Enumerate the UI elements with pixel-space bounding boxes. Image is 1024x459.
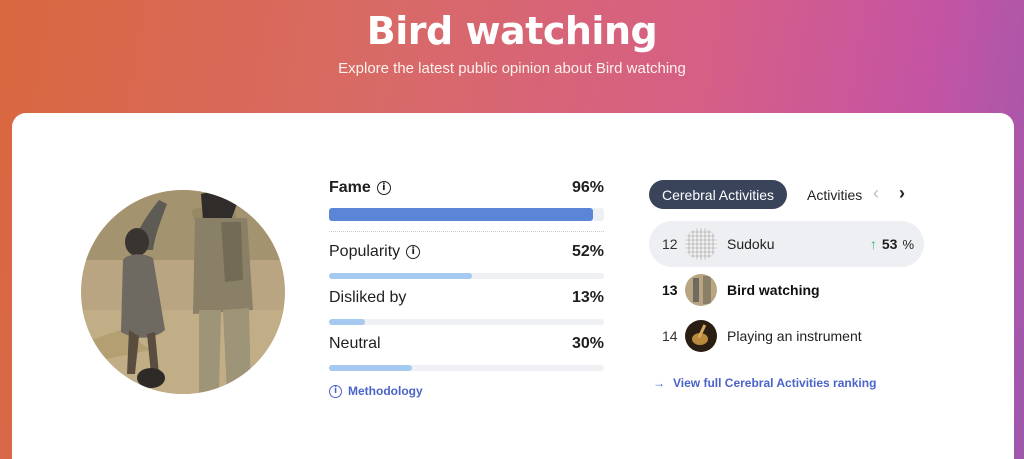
page-title: Bird watching — [366, 9, 658, 53]
arrow-up-icon: ↑ — [869, 236, 877, 252]
tab-cerebral-activities[interactable]: Cerebral Activities — [649, 180, 788, 209]
metric-value: 96% — [571, 179, 604, 196]
methodology-link[interactable]: i Methodology — [329, 384, 423, 398]
bird-watching-thumbnail — [685, 274, 717, 306]
page-subtitle: Explore the latest public opinion about … — [338, 60, 686, 77]
ranking-panel: Cerebral Activities Activities ‹ › 12 Su… — [649, 180, 929, 390]
ranking-list: 12 Sudoku ↑ 53 % 13 Bird watching 14 Pla… — [649, 221, 924, 359]
topic-photo — [81, 190, 285, 394]
metric-label: Disliked by — [329, 289, 407, 306]
item-name: Bird watching — [727, 282, 820, 298]
info-icon: i — [329, 384, 342, 398]
metric-label: Neutral — [329, 335, 381, 352]
arrow-right-icon: → — [653, 376, 665, 390]
divider — [329, 231, 604, 232]
rank-number: 13 — [662, 282, 678, 298]
list-item[interactable]: 14 Playing an instrument — [649, 313, 924, 359]
neutral-bar-track — [329, 365, 604, 371]
popularity-bar-fill — [329, 273, 472, 279]
view-full-ranking-link[interactable]: → View full Cerebral Activities ranking — [653, 376, 876, 390]
neutral-metric: Neutral 30% — [329, 333, 604, 379]
fame-bar-fill — [329, 208, 593, 221]
fame-metric: Fame i 96% — [329, 177, 604, 232]
page-header: Bird watching Explore the latest public … — [0, 0, 1024, 110]
neutral-bar-fill — [329, 365, 412, 371]
methodology-label: Methodology — [348, 384, 423, 398]
disliked-metric: Disliked by 13% — [329, 287, 604, 333]
ranking-tabs: Cerebral Activities Activities ‹ › — [649, 180, 929, 210]
info-icon[interactable]: i — [406, 245, 421, 259]
instrument-thumbnail — [685, 320, 717, 352]
rank-number: 14 — [662, 328, 678, 344]
trend-value: 53 — [881, 236, 898, 252]
sudoku-thumbnail — [685, 228, 717, 260]
metric-value: 13% — [571, 289, 604, 306]
item-name: Sudoku — [727, 236, 775, 252]
metric-value: 30% — [571, 335, 604, 352]
metric-label: Popularity — [329, 243, 401, 260]
item-name: Playing an instrument — [727, 328, 862, 344]
metric-value: 52% — [571, 243, 604, 260]
view-link-label: View full Cerebral Activities ranking — [673, 376, 877, 390]
trend: ↑ 53 % — [870, 236, 914, 252]
rank-number: 12 — [662, 236, 678, 252]
bird-watching-photo — [81, 190, 285, 394]
disliked-bar-fill — [329, 319, 365, 325]
opinion-card: Fame i 96% Popularity i 52% Disliked by … — [12, 113, 1014, 459]
list-item[interactable]: 13 Bird watching — [649, 267, 924, 313]
trend-unit: % — [902, 236, 914, 252]
list-item[interactable]: 12 Sudoku ↑ 53 % — [649, 221, 924, 267]
opinion-metrics: Fame i 96% Popularity i 52% Disliked by … — [329, 177, 604, 398]
info-icon[interactable]: i — [376, 181, 391, 195]
popularity-metric: Popularity i 52% — [329, 241, 604, 287]
popularity-bar-track — [329, 273, 604, 279]
disliked-bar-track — [329, 319, 604, 325]
fame-bar-track — [329, 208, 604, 221]
metric-label: Fame — [329, 179, 371, 196]
chevron-right-icon[interactable]: › — [899, 183, 905, 204]
tab-activities[interactable]: Activities — [807, 187, 862, 203]
chevron-left-icon[interactable]: ‹ — [873, 183, 879, 204]
